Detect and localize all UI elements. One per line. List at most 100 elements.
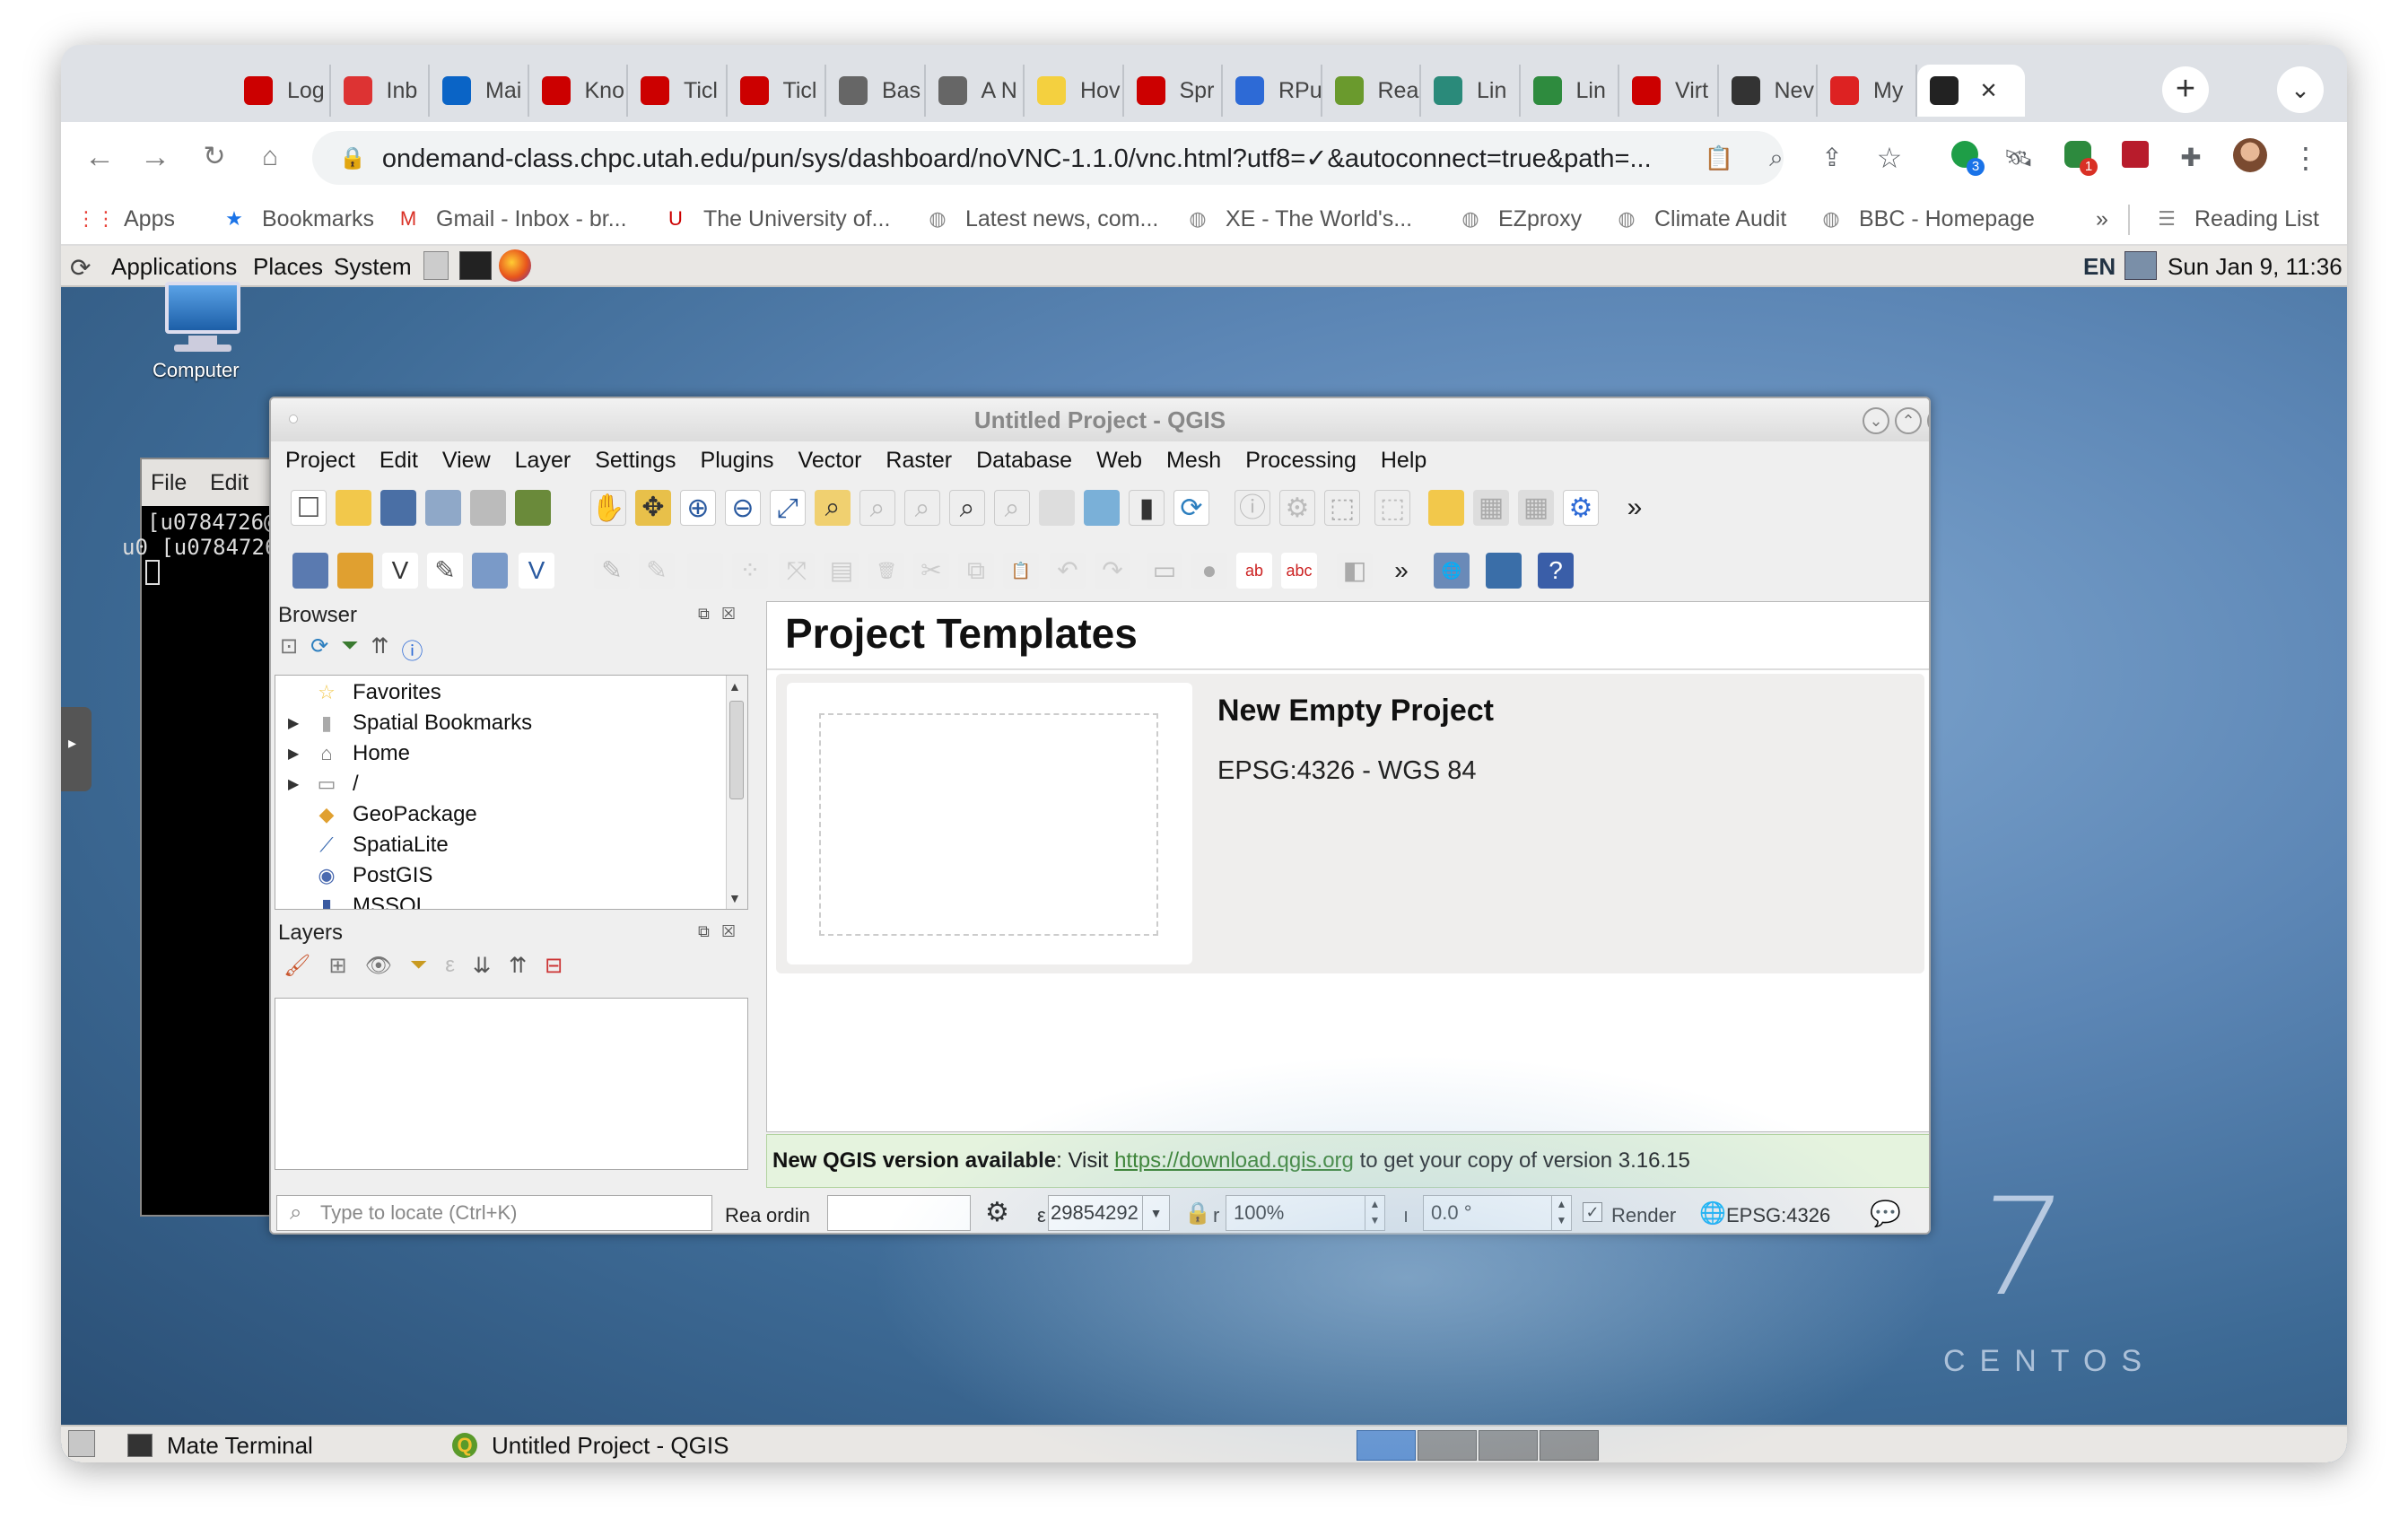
zoom-out-icon[interactable]: ⊖ — [725, 490, 761, 526]
tree-item-3[interactable]: ▶ ▭ / — [288, 769, 359, 799]
avatar[interactable] — [2230, 138, 2270, 178]
stats-icon[interactable]: ▦ — [1518, 490, 1554, 526]
new-temp-layer-icon[interactable]: V — [519, 553, 554, 589]
render-checkbox[interactable]: ✓ — [1583, 1202, 1602, 1222]
tab-6[interactable]: Bas — [826, 65, 926, 117]
show-bookmarks-icon[interactable]: ▮ — [1129, 490, 1165, 526]
download-link[interactable]: https://download.qgis.org — [1114, 1148, 1354, 1173]
filter-legend-icon[interactable]: ⏷ — [410, 953, 427, 985]
scroll-up-icon[interactable]: ▲ — [729, 679, 741, 694]
back-button[interactable]: ← — [79, 136, 120, 178]
extents-toggle-icon[interactable]: ⚙ — [985, 1197, 1009, 1228]
crs-status[interactable]: EPSG:4326 — [1726, 1204, 1830, 1227]
close-tab-icon[interactable]: ✕ — [1980, 78, 1998, 104]
bookmark-4[interactable]: ◍ Latest news, com... — [924, 201, 1158, 237]
lock-scale-icon[interactable]: 🔒 — [1184, 1200, 1211, 1226]
abc-rule-label-icon[interactable]: abc — [1281, 553, 1317, 589]
print-layout-icon[interactable] — [470, 490, 506, 526]
terminal-menu-file[interactable]: File — [151, 470, 187, 496]
panel-menu-system[interactable]: System — [334, 253, 412, 281]
style-manager-icon[interactable] — [515, 490, 551, 526]
menu-layer[interactable]: Layer — [515, 441, 571, 479]
tab-9[interactable]: Spr — [1124, 65, 1223, 117]
toolbar-overflow-icon[interactable]: » — [1617, 490, 1653, 526]
keyboard-layout[interactable]: EN — [2083, 253, 2116, 281]
expand-arrow-icon[interactable]: ▶ — [288, 775, 306, 793]
collapse-all-icon[interactable]: ⇈ — [371, 633, 388, 666]
mate-logo-icon[interactable]: ⟳ — [70, 253, 91, 283]
new-empty-project-card[interactable]: New Empty Project EPSG:4326 - WGS 84 — [776, 674, 1924, 973]
tab-0[interactable]: Log — [231, 65, 331, 117]
zoom-full-icon[interactable]: ⤢ — [770, 490, 806, 526]
pan-icon[interactable]: ✋ — [590, 490, 626, 526]
tab-2[interactable]: Mai — [430, 65, 529, 117]
vertex-tool-icon[interactable]: ⤧ — [779, 553, 815, 589]
cut-icon[interactable]: ✂ — [913, 553, 949, 589]
qgis-title-bar[interactable]: Untitled Project - QGIS — [271, 398, 1929, 441]
new-shapefile-icon[interactable]: V — [382, 553, 418, 589]
menu-settings[interactable]: Settings — [595, 441, 676, 479]
terminal-menu-edit[interactable]: Edit — [210, 470, 249, 496]
info-icon[interactable]: ⓘ — [402, 633, 423, 666]
filter-expression-icon[interactable]: ε — [445, 953, 455, 985]
tree-item-1[interactable]: ▶ ▮ Spatial Bookmarks — [288, 708, 532, 738]
dock-close-icon[interactable]: ☒ — [721, 605, 736, 624]
settings-gear-icon[interactable]: ⚙ — [1563, 490, 1599, 526]
puzzle-icon[interactable]: ✚ — [2171, 138, 2211, 178]
terminal-launcher-icon[interactable] — [459, 251, 492, 280]
zoom-in-icon[interactable]: ⊕ — [680, 490, 716, 526]
mendeley-icon[interactable] — [2116, 138, 2155, 178]
magnifier-spinbox[interactable]: 100% ▲ ▼ — [1226, 1195, 1385, 1231]
paste-icon[interactable]: 📋 — [1003, 553, 1039, 589]
menu-project[interactable]: Project — [285, 441, 355, 479]
rotation-spinbox[interactable]: 0.0 ° ▲ ▼ — [1423, 1195, 1572, 1231]
edit-pencil-icon[interactable]: ✎ — [594, 553, 630, 589]
menu-database[interactable]: Database — [976, 441, 1072, 479]
workspace-3[interactable] — [1479, 1430, 1538, 1461]
tree-item-6[interactable]: ◉ PostGIS — [288, 860, 432, 891]
bookmark-star-icon[interactable]: ☆ — [1870, 138, 1909, 178]
taskbar-qgis[interactable]: Q Untitled Project - QGIS — [452, 1430, 729, 1461]
tree-item-0[interactable]: ☆ Favorites — [288, 677, 441, 708]
tab-14[interactable]: Virt — [1619, 65, 1719, 117]
add-feature-icon[interactable]: ⁘ — [732, 553, 768, 589]
tab-15[interactable]: Nev — [1719, 65, 1818, 117]
dock-float-icon[interactable]: ⧉ — [698, 605, 710, 624]
bookmarks-overflow-button[interactable]: » — [2096, 201, 2108, 237]
coordinate-field[interactable] — [827, 1195, 971, 1231]
style-panel-icon[interactable]: 🖌 — [284, 953, 310, 985]
scroll-thumb[interactable] — [729, 701, 744, 799]
action-icon[interactable]: ⚙ — [1279, 490, 1315, 526]
workspace-2[interactable] — [1418, 1430, 1477, 1461]
address-bar[interactable]: 🔒 ondemand-class.chpc.utah.edu/pun/sys/d… — [312, 131, 1784, 185]
scale-combo[interactable]: 29854292 ▼ — [1048, 1195, 1170, 1231]
tab-10[interactable]: RPu — [1223, 65, 1322, 117]
bookmark-0[interactable]: ⋮⋮ Apps — [76, 201, 175, 237]
panel-menu-applications[interactable]: Applications — [111, 253, 237, 281]
menu-web[interactable]: Web — [1096, 441, 1142, 479]
pan-to-selection-icon[interactable]: ✥ — [635, 490, 671, 526]
maximize-button[interactable]: ⌃ — [1895, 407, 1922, 434]
save-as-icon[interactable] — [425, 490, 461, 526]
zoom-native-icon[interactable]: ⌕ — [904, 490, 940, 526]
qgis-window[interactable]: Untitled Project - QGIS ⌄ ⌃ ✕ ProjectEdi… — [269, 397, 1931, 1235]
zoom-icon[interactable]: ⌕ — [1757, 138, 1796, 178]
add-selected-layers-icon[interactable]: ⊡ — [280, 633, 298, 666]
share-icon[interactable]: ⇪ — [1812, 138, 1852, 178]
new-geopackage-icon[interactable] — [337, 553, 373, 589]
tree-item-7[interactable]: ▮ MSSQL — [288, 891, 428, 909]
menu-help[interactable]: Help — [1381, 441, 1426, 479]
tree-item-4[interactable]: ◆ GeoPackage — [288, 799, 477, 830]
menu-edit[interactable]: Edit — [380, 441, 418, 479]
manage-theme-icon[interactable]: 👁 — [365, 953, 392, 985]
bookmark-2[interactable]: M Gmail - Inbox - br... — [395, 201, 627, 237]
deselect-icon[interactable]: ⬚ — [1374, 490, 1410, 526]
bookmark-7[interactable]: ◍ Climate Audit — [1613, 201, 1786, 237]
menu-view[interactable]: View — [442, 441, 491, 479]
forward-button[interactable]: → — [135, 136, 176, 178]
browser-scrollbar[interactable]: ▲ ▼ — [726, 676, 747, 909]
zoom-layer-icon[interactable]: ⌕ — [859, 490, 895, 526]
redo-icon[interactable]: ↷ — [1095, 553, 1130, 589]
remove-layer-icon[interactable]: ⊟ — [545, 953, 563, 985]
new-tab-button[interactable]: + — [2162, 66, 2209, 113]
